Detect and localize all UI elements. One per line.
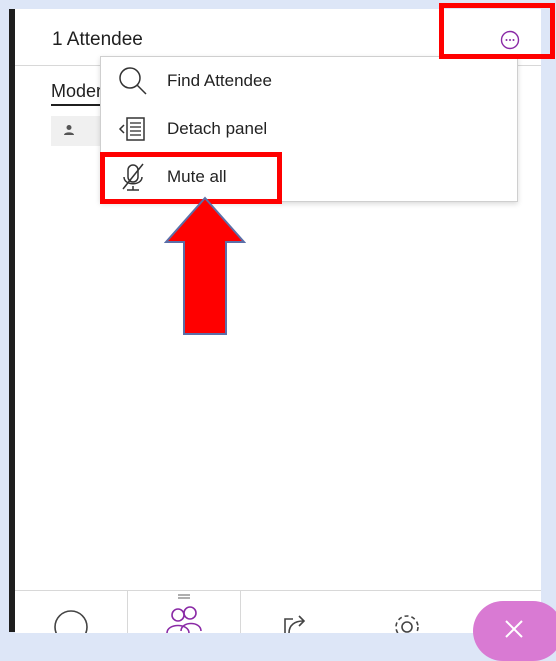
red-up-arrow: [164, 196, 246, 335]
gear-icon: [395, 615, 419, 633]
close-icon: [505, 620, 523, 638]
share-content-icon: [284, 615, 306, 633]
chat-button[interactable]: [15, 591, 127, 633]
more-options-menu: Find Attendee Detach panel Mute all: [100, 56, 518, 202]
more-options-button[interactable]: [499, 29, 521, 51]
detach-panel-icon: [118, 117, 145, 141]
bottom-toolbar: [15, 590, 556, 661]
menu-item-label: Find Attendee: [167, 71, 272, 90]
person-icon: [64, 125, 74, 135]
settings-button[interactable]: [351, 591, 463, 633]
search-icon: [119, 67, 147, 95]
menu-item-find-attendee[interactable]: Find Attendee: [101, 57, 517, 105]
chat-icon: [54, 610, 88, 633]
attendees-button[interactable]: [127, 591, 241, 633]
menu-item-detach-panel[interactable]: Detach panel: [101, 105, 517, 153]
ellipsis-circle-icon: [500, 30, 520, 50]
panel-title: 1 Attendee: [52, 29, 143, 50]
menu-item-mute-all[interactable]: Mute all: [101, 153, 517, 201]
microphone-muted-icon: [122, 163, 144, 191]
close-button[interactable]: [473, 601, 556, 661]
menu-item-label: Mute all: [167, 167, 227, 186]
share-content-button[interactable]: [239, 591, 351, 633]
attendees-icon: [166, 594, 202, 633]
menu-item-label: Detach panel: [167, 119, 268, 138]
